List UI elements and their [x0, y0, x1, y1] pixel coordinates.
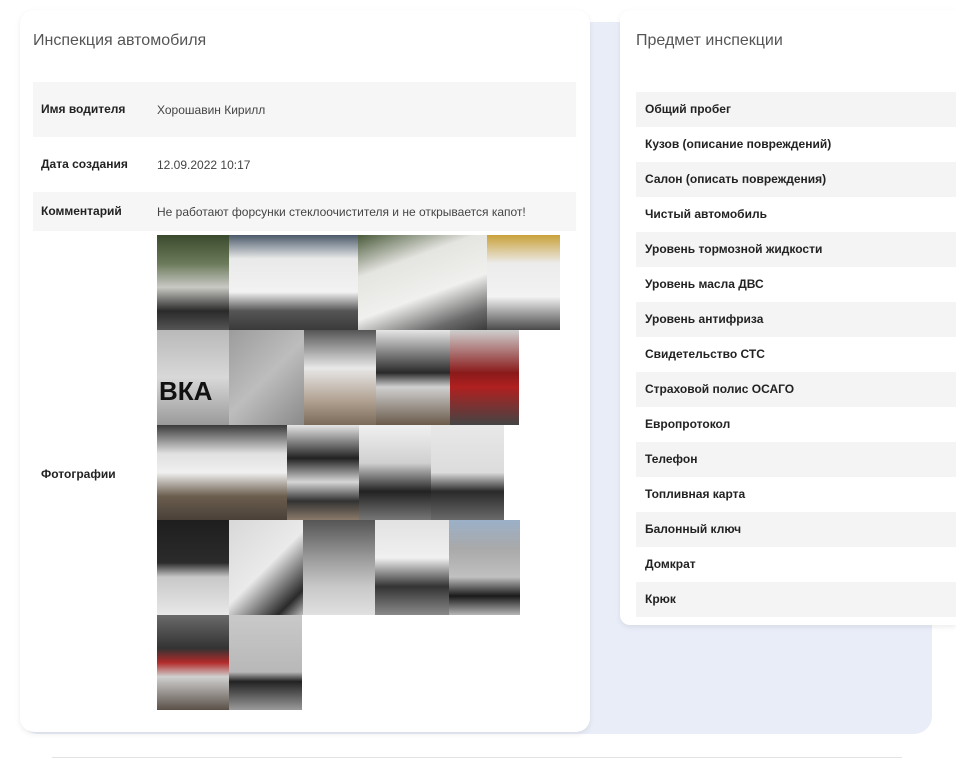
photo-thumbnail[interactable] — [229, 520, 303, 615]
table-row: Имя водителя Хорошавин Кирилл — [33, 82, 576, 137]
list-item: Салон (описать повреждения) — [636, 162, 956, 197]
list-item: Телефон — [636, 442, 956, 477]
photo-gallery: ВКА — [157, 235, 567, 710]
inspection-table: Имя водителя Хорошавин Кирилл Дата созда… — [33, 82, 576, 718]
list-item: Домкрат — [645, 557, 696, 571]
driver-label: Имя водителя — [33, 82, 149, 137]
divider — [52, 757, 902, 758]
photo-thumbnail[interactable] — [450, 330, 519, 425]
photo-thumbnail[interactable] — [303, 520, 375, 615]
list-item: Уровень масла ДВС — [645, 277, 764, 291]
list-item: Крюк — [636, 582, 956, 617]
photo-thumbnail[interactable] — [358, 235, 487, 330]
photo-thumbnail[interactable] — [304, 330, 376, 425]
list-item: Общий пробег — [636, 92, 956, 127]
comment-label: Комментарий — [33, 192, 149, 231]
photos-cell: ВКА — [149, 231, 576, 718]
photo-thumbnail[interactable] — [229, 615, 302, 710]
photo-thumbnail[interactable] — [359, 425, 431, 520]
list-item: Страховой полис ОСАГО — [636, 372, 956, 407]
inspection-subject-card: Предмет инспекции Общий пробег Кузов (оп… — [620, 10, 956, 625]
list-item: Уровень тормозной жидкости — [636, 232, 956, 267]
list-item: Свидетельство СТС — [645, 347, 765, 361]
photo-thumbnail[interactable] — [157, 520, 229, 615]
photo-thumbnail[interactable] — [487, 235, 560, 330]
driver-value: Хорошавин Кирилл — [149, 82, 576, 137]
list-item: Топливная карта — [645, 487, 746, 501]
date-label: Дата создания — [41, 157, 128, 171]
photo-thumbnail[interactable] — [375, 520, 449, 615]
photo-thumbnail[interactable] — [157, 235, 229, 330]
table-row: Комментарий Не работают форсунки стеклоо… — [33, 192, 576, 231]
photo-thumbnail[interactable] — [431, 425, 504, 520]
photo-thumbnail[interactable] — [449, 520, 520, 615]
list-item: Балонный ключ — [636, 512, 956, 547]
van-lettering: ВКА — [159, 376, 213, 406]
photo-thumbnail[interactable] — [229, 330, 304, 425]
photo-thumbnail[interactable]: ВКА — [157, 330, 229, 425]
subject-list: Общий пробег Кузов (описание повреждений… — [636, 92, 956, 617]
photo-thumbnail[interactable] — [287, 425, 359, 520]
photo-thumbnail[interactable] — [229, 235, 358, 330]
table-row: Дата создания 12.09.2022 10:17 — [33, 137, 576, 192]
photos-label: Фотографии — [41, 467, 116, 481]
subject-title: Предмет инспекции — [636, 32, 783, 49]
list-item: Уровень антифриза — [636, 302, 956, 337]
table-row: Фотографии ВКА — [33, 231, 576, 718]
list-item: Чистый автомобиль — [645, 207, 767, 221]
inspection-card: Инспекция автомобиля Имя водителя Хороша… — [20, 10, 590, 732]
photo-thumbnail[interactable] — [157, 615, 229, 710]
date-value: 12.09.2022 10:17 — [157, 157, 251, 172]
inspection-title: Инспекция автомобиля — [33, 32, 207, 49]
photo-thumbnail[interactable] — [376, 330, 450, 425]
list-item: Кузов (описание повреждений) — [645, 137, 832, 151]
photo-thumbnail[interactable] — [157, 425, 287, 520]
list-item: Европротокол — [645, 417, 731, 431]
comment-value: Не работают форсунки стеклоочистителя и … — [149, 192, 576, 231]
